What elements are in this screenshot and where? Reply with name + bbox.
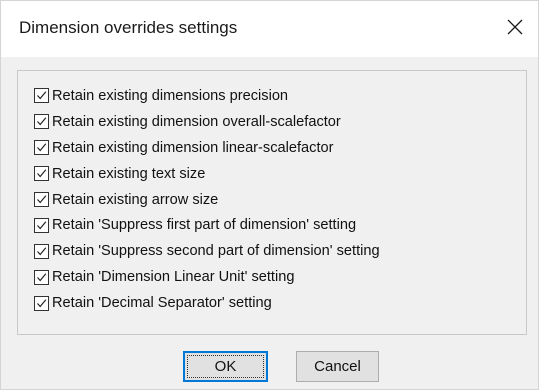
check-icon — [37, 247, 47, 256]
check-icon — [37, 221, 47, 230]
check-icon — [37, 195, 47, 204]
option-retain-decimal-separator[interactable]: Retain 'Decimal Separator' setting — [34, 290, 380, 316]
cancel-button[interactable]: Cancel — [296, 351, 379, 382]
options-group: Retain existing dimensions precision Ret… — [17, 70, 527, 335]
options-list: Retain existing dimensions precision Ret… — [34, 83, 380, 316]
option-label: Retain 'Suppress second part of dimensio… — [52, 243, 380, 260]
check-icon — [37, 143, 47, 152]
option-retain-dimension-linear-unit[interactable]: Retain 'Dimension Linear Unit' setting — [34, 264, 380, 290]
checkbox[interactable] — [34, 295, 49, 311]
check-icon — [37, 273, 47, 282]
option-retain-precision[interactable]: Retain existing dimensions precision — [34, 83, 380, 109]
option-label: Retain 'Dimension Linear Unit' setting — [52, 269, 295, 286]
option-retain-arrow-size[interactable]: Retain existing arrow size — [34, 187, 380, 213]
option-retain-linear-scalefactor[interactable]: Retain existing dimension linear-scalefa… — [34, 135, 380, 161]
ok-button[interactable]: OK — [183, 351, 268, 382]
option-label: Retain existing text size — [52, 165, 206, 182]
checkbox[interactable] — [34, 192, 49, 207]
close-icon — [507, 19, 523, 35]
dialog-title: Dimension overrides settings — [19, 18, 238, 37]
option-retain-overall-scalefactor[interactable]: Retain existing dimension overall-scalef… — [34, 109, 380, 135]
checkbox[interactable] — [34, 166, 49, 182]
option-retain-suppress-first-part[interactable]: Retain 'Suppress first part of dimension… — [34, 212, 380, 238]
title-bar: Dimension overrides settings — [1, 1, 538, 57]
close-button[interactable] — [494, 7, 538, 47]
checkbox[interactable] — [34, 114, 49, 130]
check-icon — [37, 169, 47, 178]
checkbox[interactable] — [34, 243, 49, 259]
option-label: Retain existing dimensions precision — [52, 87, 289, 104]
option-label: Retain existing dimension overall-scalef… — [52, 113, 341, 130]
option-label: Retain 'Decimal Separator' setting — [52, 295, 272, 312]
dimension-overrides-dialog: Dimension overrides settings Retain exis… — [0, 0, 539, 390]
checkbox[interactable] — [34, 88, 49, 104]
option-retain-suppress-second-part[interactable]: Retain 'Suppress second part of dimensio… — [34, 238, 380, 264]
check-icon — [37, 298, 47, 307]
check-icon — [37, 91, 47, 100]
option-label: Retain existing dimension linear-scalefa… — [52, 139, 334, 156]
checkbox[interactable] — [34, 269, 49, 285]
checkbox[interactable] — [34, 140, 49, 156]
checkbox[interactable] — [34, 217, 49, 233]
option-label: Retain existing arrow size — [52, 191, 219, 208]
check-icon — [37, 117, 47, 126]
option-retain-text-size[interactable]: Retain existing text size — [34, 161, 380, 187]
option-label: Retain 'Suppress first part of dimension… — [52, 217, 357, 234]
